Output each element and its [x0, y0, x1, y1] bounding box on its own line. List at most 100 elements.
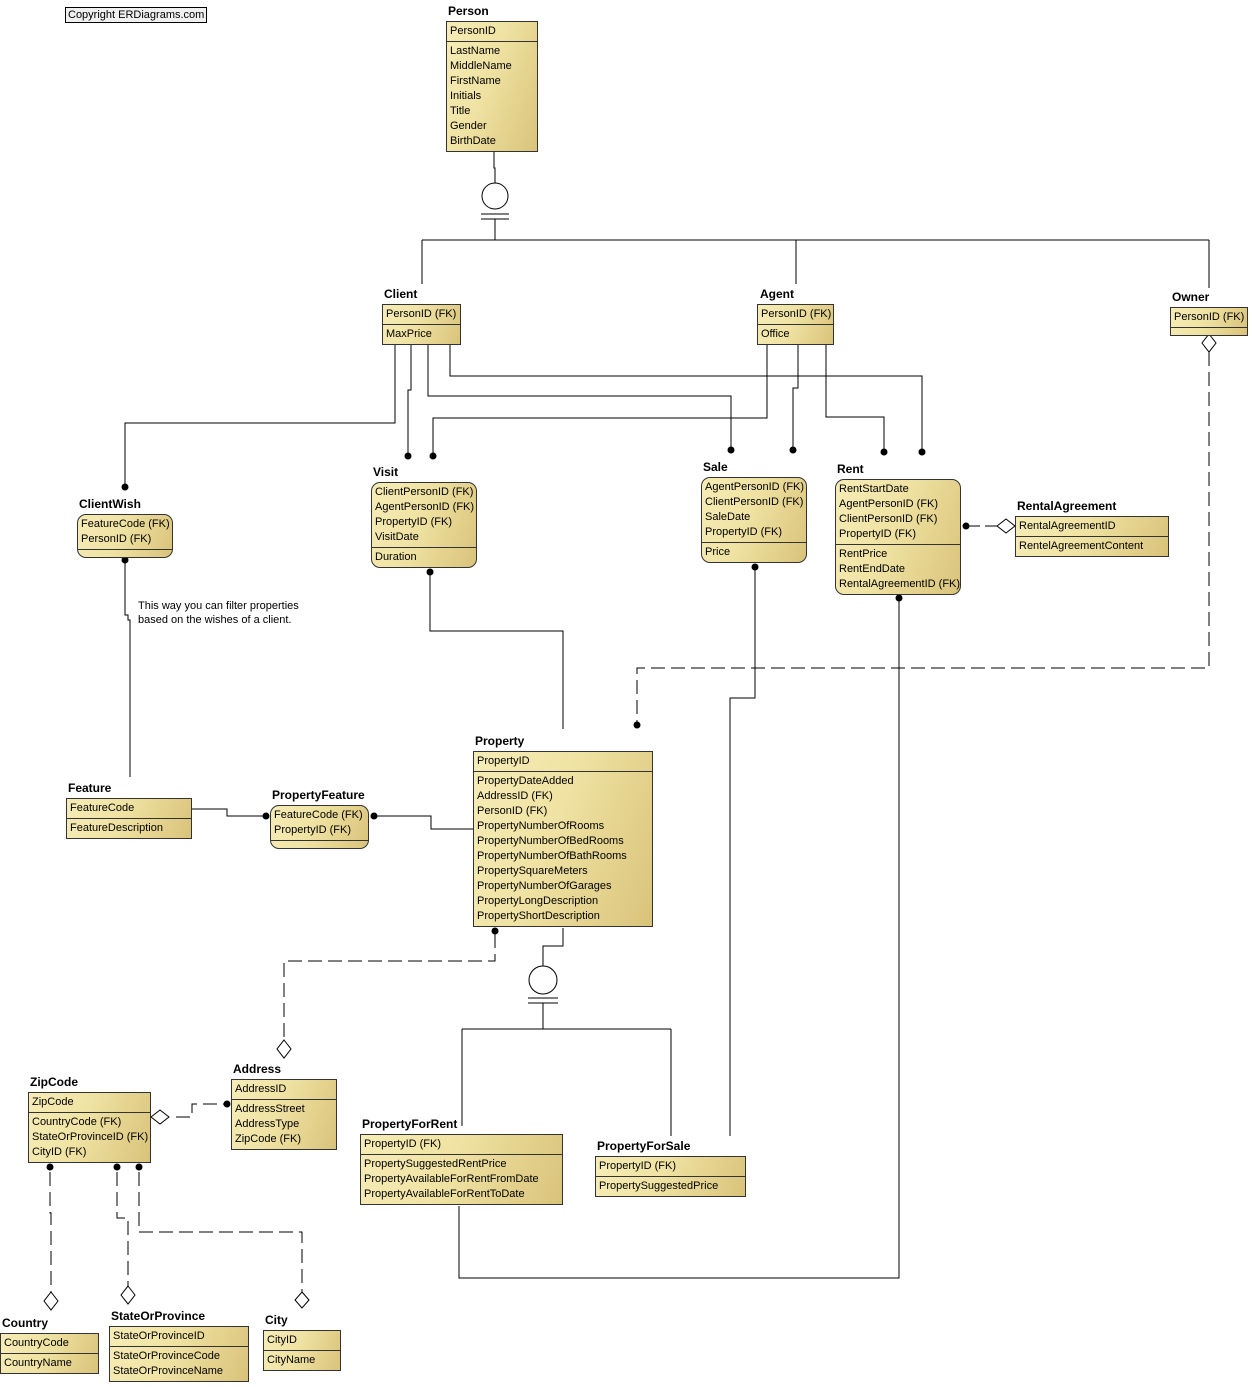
attribute-section: AddressStreet AddressType ZipCode (FK)	[232, 1099, 336, 1149]
key-section: AgentPersonID (FK) ClientPersonID (FK) Sal…	[702, 478, 806, 542]
key-attribute: FeatureCode	[70, 802, 135, 814]
entity-rent[interactable]: RentStartDate AgentPersonID (FK) ClientPer…	[835, 479, 961, 595]
entity-title-rent: Rent	[837, 462, 864, 476]
attribute: MiddleName	[450, 60, 512, 72]
entity-zipcode[interactable]: ZipCode CountryCode (FK) StateOrProvinceID…	[28, 1092, 151, 1163]
zipcode-state-line	[116, 1172, 129, 1286]
entity-title-country: Country	[2, 1316, 48, 1330]
attribute: LastName	[450, 45, 501, 57]
key-attribute: PropertyID (FK)	[274, 824, 352, 836]
attribute-section: Duration	[372, 547, 476, 567]
key-attribute: CityID	[267, 1334, 297, 1346]
key-section: PropertyID	[474, 752, 652, 771]
attribute: Office	[761, 328, 790, 340]
attribute: PropertyNumberOfBathRooms	[477, 850, 627, 862]
diamond-icon	[120, 1285, 136, 1305]
entity-address[interactable]: AddressID AddressStreet AddressType ZipCode…	[231, 1079, 337, 1150]
key-attribute: CountryCode	[4, 1337, 69, 1349]
key-section: RentStartDate AgentPersonID (FK) ClientPer…	[836, 480, 960, 544]
key-section: StateOrProvinceID	[110, 1327, 248, 1346]
attribute: Gender	[450, 120, 487, 132]
key-section: PersonID (FK)	[1171, 308, 1247, 327]
key-attribute: PersonID (FK)	[386, 308, 457, 320]
attribute: Initials	[450, 90, 482, 102]
entity-clientwish[interactable]: FeatureCode (FK) PersonID (FK)	[77, 514, 173, 558]
entity-title-stateorprovince: StateOrProvince	[111, 1309, 206, 1323]
entity-title-zipcode: ZipCode	[30, 1075, 78, 1089]
entity-title-feature: Feature	[68, 781, 112, 795]
attribute: Price	[705, 546, 731, 558]
client-visit-line	[407, 345, 412, 456]
key-attribute: PersonID (FK)	[1174, 311, 1245, 323]
dot-icon	[633, 721, 641, 729]
attribute: BirthDate	[450, 135, 496, 147]
key-attribute: FeatureCode (FK)	[274, 809, 363, 821]
attribute-section: CityName	[264, 1350, 340, 1370]
dot-icon	[880, 448, 888, 456]
attribute: RentPrice	[839, 548, 888, 560]
entity-propertyforrent[interactable]: PropertyID (FK) PropertySuggestedRentPric…	[360, 1134, 563, 1205]
attribute: AddressType	[235, 1118, 300, 1130]
entity-sale[interactable]: AgentPersonID (FK) ClientPersonID (FK) Sal…	[701, 477, 807, 563]
dot-icon	[918, 448, 926, 456]
key-attribute: ClientPersonID (FK)	[839, 513, 938, 525]
dot-icon	[113, 1163, 121, 1171]
propertyfeature-property-line	[374, 815, 474, 830]
attribute: CountryName	[4, 1357, 72, 1369]
agent-visit-line	[432, 345, 768, 456]
dot-icon	[751, 563, 759, 571]
attribute: Duration	[375, 551, 417, 563]
key-attribute: PersonID	[450, 25, 496, 37]
dot-icon	[789, 446, 797, 454]
dot-icon	[727, 446, 735, 454]
property-subtype-line	[542, 928, 564, 966]
diamond-icon	[1201, 333, 1217, 353]
key-attribute: VisitDate	[375, 531, 419, 543]
entity-city[interactable]: CityID CityName	[263, 1330, 341, 1371]
entity-client[interactable]: PersonID (FK) MaxPrice	[382, 304, 461, 345]
zipcode-city-line	[138, 1172, 303, 1292]
zipcode-address-line	[176, 1103, 226, 1118]
attribute: RentalAgreementID (FK)	[839, 578, 961, 590]
zipcode-country-line	[49, 1172, 52, 1292]
dot-icon	[370, 812, 378, 820]
entity-title-city: City	[265, 1313, 288, 1327]
entity-owner[interactable]: PersonID (FK)	[1170, 307, 1248, 336]
entity-stateorprovince[interactable]: StateOrProvinceID StateOrProvinceCode Stat…	[109, 1326, 249, 1382]
subtype-circle-icon	[481, 182, 509, 210]
entity-rentalagreement[interactable]: RentalAgreementID RentelAgreementContent	[1015, 516, 1169, 557]
entity-title-propertyfeature: PropertyFeature	[272, 788, 365, 802]
attribute-section	[1171, 327, 1247, 335]
attribute-section: RentelAgreementContent	[1016, 536, 1168, 556]
annotation-note: This way you can filter properties based…	[138, 599, 299, 627]
dot-icon	[895, 594, 903, 602]
attribute-section: PropertyDateAdded AddressID (FK) PersonID …	[474, 771, 652, 926]
key-section: AddressID	[232, 1080, 336, 1099]
entity-propertyforsale[interactable]: PropertyID (FK) PropertySuggestedPrice	[595, 1156, 746, 1197]
entity-agent[interactable]: PersonID (FK) Office	[757, 304, 834, 345]
entity-feature[interactable]: FeatureCode FeatureDescription	[66, 798, 192, 839]
key-section: ZipCode	[29, 1093, 150, 1112]
agent-sale-line	[792, 345, 799, 450]
attribute: MaxPrice	[386, 328, 432, 340]
feature-propertyfeature-line	[192, 808, 266, 817]
attribute-section: FeatureDescription	[67, 818, 191, 838]
key-attribute: AgentPersonID (FK)	[375, 501, 475, 513]
entity-person[interactable]: PersonID LastName MiddleName FirstName Initi…	[446, 21, 538, 152]
entity-visit[interactable]: ClientPersonID (FK) AgentPersonID (FK) Pro…	[371, 482, 477, 568]
dot-icon	[426, 568, 434, 576]
entity-propertyfeature[interactable]: FeatureCode (FK) PropertyID (FK)	[270, 805, 369, 849]
key-attribute: PropertyID (FK)	[599, 1160, 677, 1172]
attribute: CountryCode (FK)	[32, 1116, 122, 1128]
entity-title-client: Client	[384, 287, 418, 301]
dot-icon	[429, 452, 437, 460]
entity-country[interactable]: CountryCode CountryName	[0, 1333, 99, 1374]
key-attribute: SaleDate	[705, 511, 751, 523]
dot-icon	[404, 452, 412, 460]
note-line: based on the wishes of a client.	[138, 614, 292, 626]
dot-icon	[262, 812, 270, 820]
attribute: StateOrProvinceID (FK)	[32, 1131, 149, 1143]
key-section: PersonID (FK)	[383, 305, 460, 324]
client-rent-line	[449, 345, 923, 452]
entity-property[interactable]: PropertyID PropertyDateAdded AddressID (FK…	[473, 751, 653, 927]
